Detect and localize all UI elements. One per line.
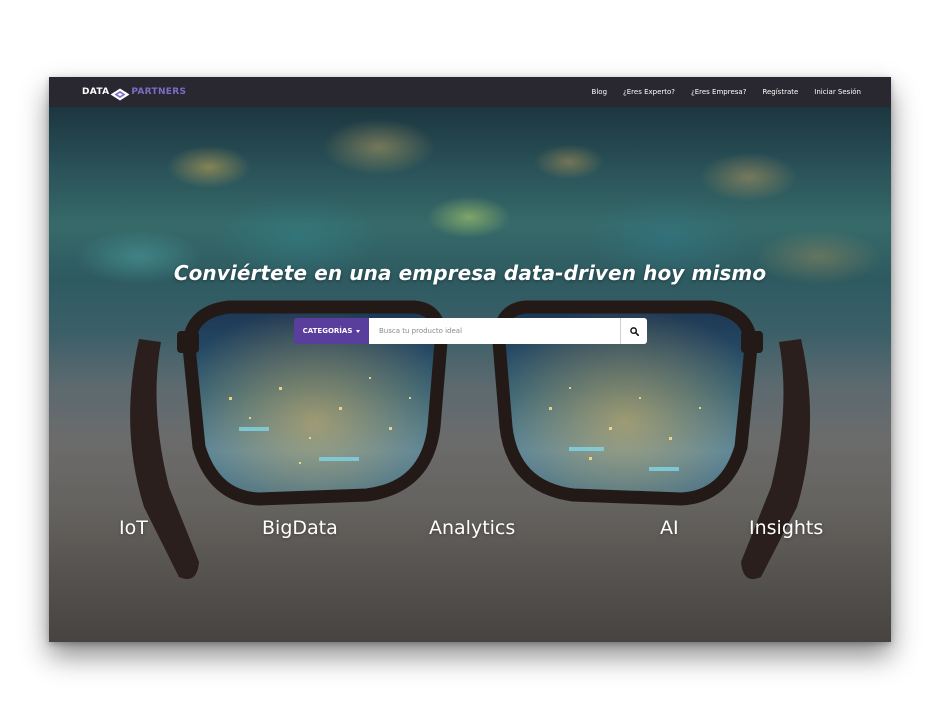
hero-headline: Conviértete en una empresa data-driven h… bbox=[173, 261, 767, 285]
tag-ai[interactable]: AI bbox=[660, 517, 679, 539]
logo-text-partners: PARTNERS bbox=[131, 87, 187, 97]
search-icon bbox=[629, 326, 639, 336]
logo-text-data: DATA bbox=[82, 87, 110, 97]
glasses-image bbox=[49, 300, 891, 642]
tag-bigdata[interactable]: BigData bbox=[262, 517, 338, 539]
search-button[interactable] bbox=[620, 318, 647, 344]
categories-dropdown-button[interactable]: CATEGORÍAS bbox=[294, 318, 369, 344]
nav-link-blog[interactable]: Blog bbox=[592, 88, 607, 96]
tag-iot[interactable]: IoT bbox=[119, 517, 148, 539]
tag-insights[interactable]: Insights bbox=[749, 517, 823, 539]
logo[interactable]: DATA PARTNERS bbox=[82, 86, 187, 101]
diamond-icon bbox=[110, 86, 130, 101]
tag-analytics[interactable]: Analytics bbox=[429, 517, 515, 539]
categories-button-label: CATEGORÍAS bbox=[302, 327, 353, 335]
nav-link-empresa[interactable]: ¿Eres Empresa? bbox=[691, 88, 746, 96]
browser-frame: DATA PARTNERS Blog ¿Eres Experto? ¿Eres … bbox=[49, 77, 891, 642]
search-input[interactable] bbox=[369, 318, 620, 344]
nav-links: Blog ¿Eres Experto? ¿Eres Empresa? Regís… bbox=[576, 77, 861, 107]
caret-down-icon bbox=[356, 329, 361, 333]
hero-section: Conviértete en una empresa data-driven h… bbox=[49, 107, 891, 642]
nav-link-experto[interactable]: ¿Eres Experto? bbox=[623, 88, 675, 96]
nav-link-iniciar-sesion[interactable]: Iniciar Sesión bbox=[814, 88, 861, 96]
search-bar: CATEGORÍAS bbox=[294, 318, 647, 344]
top-navbar: DATA PARTNERS Blog ¿Eres Experto? ¿Eres … bbox=[49, 77, 891, 107]
nav-link-registrate[interactable]: Regístrate bbox=[762, 88, 798, 96]
